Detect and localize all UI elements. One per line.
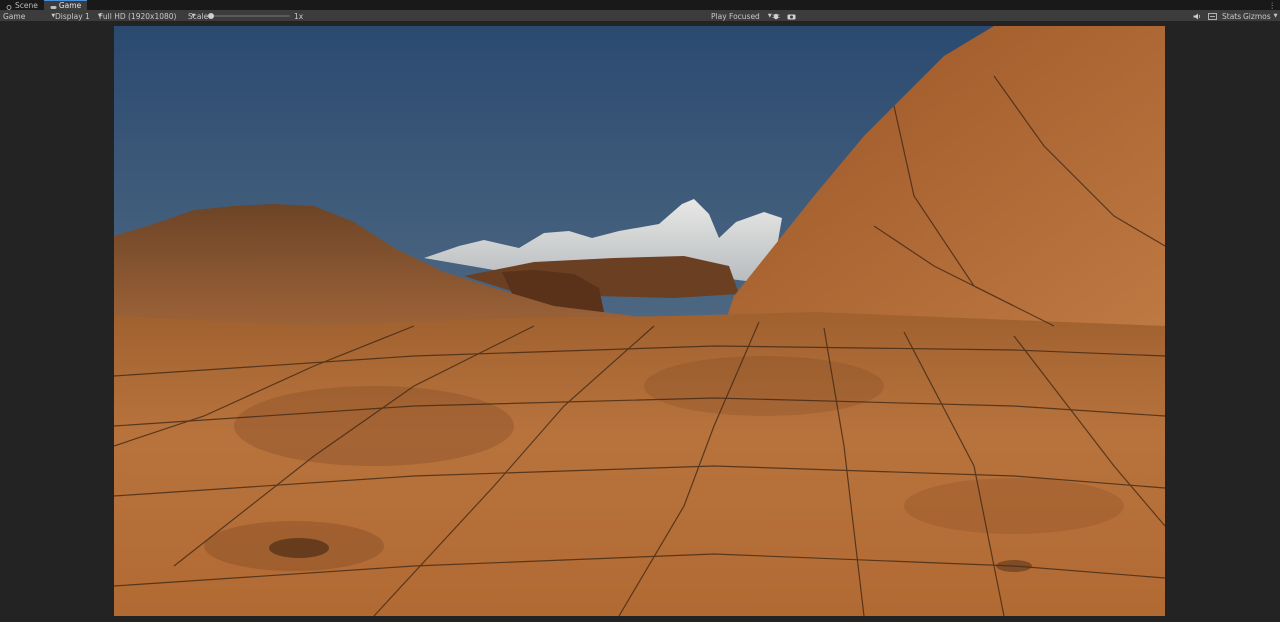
stats-button[interactable]: Stats [1222, 10, 1241, 22]
display-dropdown[interactable]: Display 1 ▼ [55, 10, 102, 22]
resolution-dropdown[interactable]: Full HD (1920x1080) ▼ [99, 10, 195, 22]
scale-slider-handle[interactable] [208, 13, 214, 19]
scale-label: Scale [188, 11, 209, 21]
dirt-patch [234, 386, 514, 466]
crater [996, 560, 1032, 572]
desert-terrain-render [114, 26, 1165, 616]
scale-slider-track[interactable] [210, 15, 290, 17]
gizmos-label: Gizmos [1243, 11, 1271, 21]
tab-scene[interactable]: Scene [0, 0, 44, 10]
tab-game[interactable]: Game [43, 0, 88, 10]
dirt-patch [904, 478, 1124, 534]
camera-icon[interactable] [786, 11, 796, 21]
gizmos-dropdown[interactable]: Gizmos ▼ [1243, 10, 1278, 22]
tab-scene-label: Scene [15, 0, 38, 10]
display-label: Display 1 [55, 11, 90, 21]
editor-tab-bar: Scene Game ⋮ [0, 0, 1280, 10]
game-toolbar: Game ▼ Display 1 ▼ Full HD (1920x1080) ▼… [0, 10, 1280, 22]
display-icon[interactable] [1207, 11, 1217, 21]
view-mode-dropdown[interactable]: Game ▼ [3, 10, 55, 22]
tab-game-label: Game [58, 1, 82, 10]
play-mode-dropdown[interactable]: Play Focused ▼ [711, 10, 772, 22]
bug-icon[interactable] [771, 11, 781, 21]
vertical-ellipsis-icon[interactable]: ⋮ [1269, 0, 1277, 10]
dirt-patch [644, 356, 884, 416]
crater [269, 538, 329, 558]
gamepad-icon [50, 3, 57, 9]
view-mode-label: Game [3, 11, 26, 21]
speaker-icon[interactable] [1192, 11, 1202, 21]
game-render-view[interactable] [114, 26, 1165, 616]
resolution-label: Full HD (1920x1080) [99, 11, 177, 21]
scale-value: 1x [294, 11, 304, 21]
scene-icon [6, 3, 12, 10]
chevron-down-icon: ▼ [1273, 13, 1278, 19]
play-mode-label: Play Focused [711, 11, 760, 21]
